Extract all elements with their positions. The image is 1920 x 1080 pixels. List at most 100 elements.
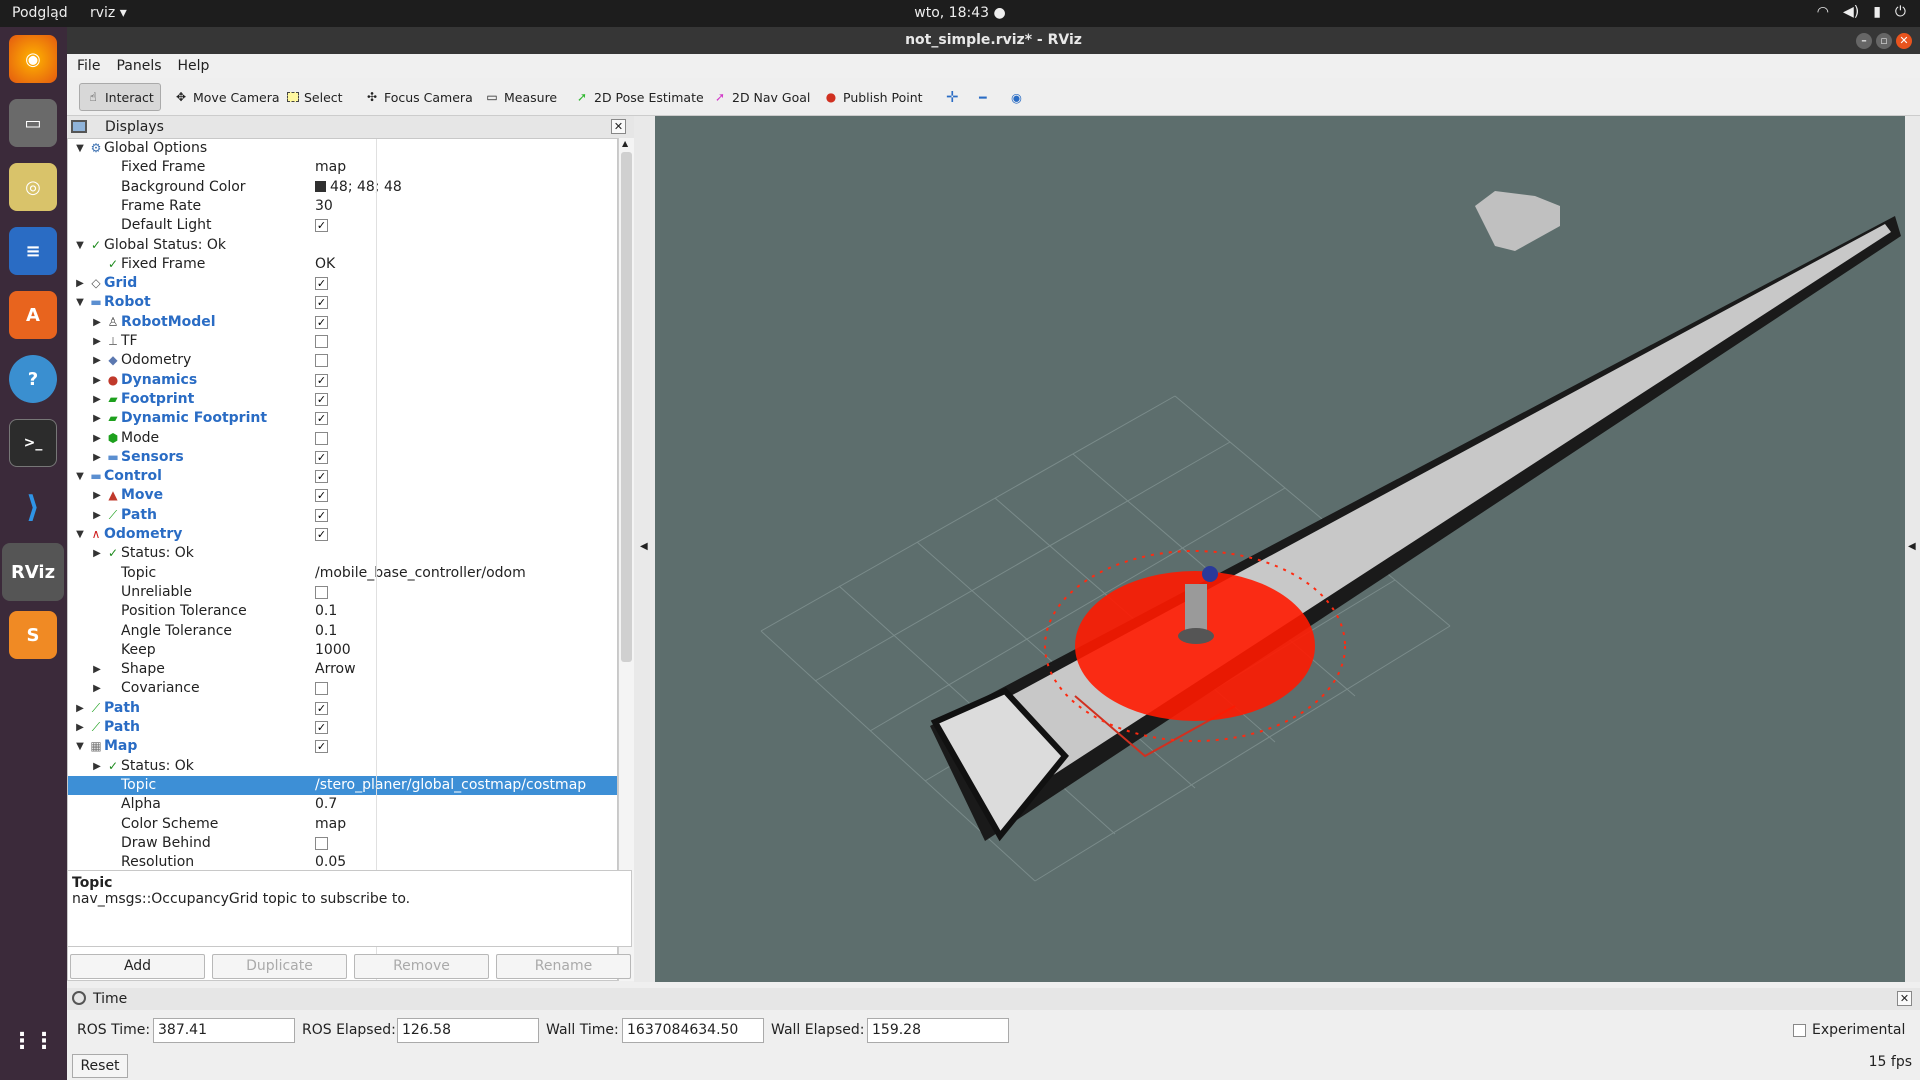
enabled-checkbox[interactable]: ✓: [315, 412, 328, 426]
remove-tool-icon[interactable]: ━: [972, 83, 994, 111]
enabled-checkbox[interactable]: ✓: [315, 489, 328, 503]
tree-row-value-cell[interactable]: 30: [315, 197, 333, 216]
expand-arrow-icon[interactable]: ▶: [91, 371, 103, 390]
enabled-checkbox[interactable]: ✓: [315, 277, 328, 291]
wifi-icon[interactable]: ◠: [1817, 4, 1829, 20]
tree-row[interactable]: Unreliable: [68, 583, 617, 602]
expand-arrow-icon[interactable]: ▶: [74, 274, 86, 293]
collapse-arrow-icon[interactable]: ▼: [74, 293, 86, 312]
tree-row[interactable]: Default Light ✓: [68, 216, 617, 235]
tree-row-value-cell[interactable]: /mobile_base_controller/odom: [315, 564, 526, 583]
enabled-checkbox[interactable]: ✓: [315, 508, 328, 522]
scrollbar-thumb[interactable]: [621, 152, 632, 662]
tree-row[interactable]: Alpha 0.7: [68, 795, 617, 814]
tree-row-value-cell[interactable]: OK: [315, 255, 335, 274]
writer-icon[interactable]: ≡: [9, 227, 57, 275]
tree-row[interactable]: ▼ ▬ Robot ✓: [68, 293, 617, 312]
collapse-arrow-icon[interactable]: ▼: [74, 737, 86, 756]
menu-file[interactable]: File: [77, 58, 100, 74]
collapse-arrow-icon[interactable]: ▼: [74, 467, 86, 486]
expand-arrow-icon[interactable]: ▶: [91, 544, 103, 563]
tree-row[interactable]: Fixed Frame map: [68, 158, 617, 177]
expand-arrow-icon[interactable]: ▶: [91, 409, 103, 428]
tree-row[interactable]: ▶ Covariance: [68, 679, 617, 698]
tree-row[interactable]: ▼ ⚙ Global Options: [68, 139, 617, 158]
tree-row[interactable]: ▶ ▰ Footprint ✓: [68, 390, 617, 409]
expand-arrow-icon[interactable]: ▶: [91, 660, 103, 679]
tree-row[interactable]: Position Tolerance 0.1: [68, 602, 617, 621]
volume-icon[interactable]: ◀): [1843, 4, 1859, 20]
close-icon[interactable]: ✕: [1896, 33, 1912, 49]
tree-row[interactable]: ▶ ▰ Dynamic Footprint ✓: [68, 409, 617, 428]
tree-row-value-cell[interactable]: Arrow: [315, 660, 356, 679]
enabled-checkbox[interactable]: [315, 585, 328, 599]
expand-arrow-icon[interactable]: ▶: [91, 486, 103, 505]
remove-button[interactable]: Remove: [354, 954, 489, 979]
tree-row-value-cell[interactable]: /stero_planer/global_costmap/costmap: [315, 776, 586, 795]
tree-row-value-cell[interactable]: map: [315, 815, 346, 834]
move-camera-tool[interactable]: ✥ Move Camera: [167, 83, 287, 111]
enabled-checkbox[interactable]: [315, 335, 328, 348]
tree-row-value-cell[interactable]: 48; 48; 48: [315, 178, 402, 197]
enabled-checkbox[interactable]: ✓: [315, 740, 328, 754]
left-splitter[interactable]: ◀: [634, 116, 655, 982]
tree-row[interactable]: ▶ ● Dynamics ✓: [68, 371, 617, 390]
expand-arrow-icon[interactable]: ▶: [91, 351, 103, 370]
displays-tree[interactable]: ▼ ⚙ Global Options Fixed Frame map Background…: [67, 138, 618, 981]
tree-row-value-cell[interactable]: 0.1: [315, 602, 337, 621]
nav-goal-tool[interactable]: ➚ 2D Nav Goal: [706, 83, 817, 111]
tree-row-value-cell[interactable]: map: [315, 158, 346, 177]
wall-time-field[interactable]: 1637084634.50: [622, 1018, 764, 1043]
expand-arrow-icon[interactable]: ▶: [91, 390, 103, 409]
tree-row[interactable]: ▶ ⟋ Path ✓: [68, 718, 617, 737]
experimental-checkbox[interactable]: [1793, 1024, 1806, 1037]
terminal-icon[interactable]: >_: [9, 419, 57, 467]
collapse-arrow-icon[interactable]: ▼: [74, 139, 86, 158]
tree-row[interactable]: ▶ ⬢ Mode: [68, 429, 617, 448]
close-icon[interactable]: ✕: [1897, 991, 1912, 1006]
tree-row-value[interactable]: 30: [315, 198, 333, 214]
ros-elapsed-field[interactable]: 126.58: [397, 1018, 539, 1043]
minimize-icon[interactable]: –: [1856, 33, 1872, 49]
tree-row-value-cell[interactable]: 0.1: [315, 622, 337, 641]
scroll-up-icon[interactable]: ▲: [622, 139, 628, 148]
show-apps-icon[interactable]: ⋮⋮: [9, 1017, 57, 1065]
expand-arrow-icon[interactable]: ▶: [74, 718, 86, 737]
measure-tool[interactable]: ▭ Measure: [478, 83, 564, 111]
expand-arrow-icon[interactable]: ▶: [91, 429, 103, 448]
vscode-icon[interactable]: ⟩: [9, 483, 57, 531]
interact-tool[interactable]: ☝ Interact: [79, 83, 161, 111]
tree-row[interactable]: Keep 1000: [68, 641, 617, 660]
rviz-icon[interactable]: RViz: [2, 543, 64, 601]
firefox-icon[interactable]: ◉: [9, 35, 57, 83]
clock[interactable]: wto, 18:43 ●: [0, 5, 1920, 21]
tree-row[interactable]: ▶ ◇ Grid ✓: [68, 274, 617, 293]
battery-icon[interactable]: ▮: [1873, 4, 1881, 20]
expand-arrow-icon[interactable]: ▶: [91, 506, 103, 525]
expand-arrow-icon[interactable]: ▶: [91, 679, 103, 698]
tree-row[interactable]: Topic/mobile_base_controller/odom: [68, 564, 617, 583]
rhythmbox-icon[interactable]: ◎: [9, 163, 57, 211]
tree-row[interactable]: Color Scheme map: [68, 815, 617, 834]
tree-row-value[interactable]: map: [315, 159, 346, 175]
enabled-checkbox[interactable]: ✓: [315, 701, 328, 715]
expand-arrow-icon[interactable]: ▶: [91, 757, 103, 776]
tree-row-value[interactable]: 0.7: [315, 796, 337, 812]
tree-row-value[interactable]: /stero_planer/global_costmap/costmap: [315, 777, 586, 793]
tree-row-value[interactable]: 0.1: [315, 603, 337, 619]
tree-row[interactable]: ▶ ⟋ Path ✓: [68, 699, 617, 718]
system-tray[interactable]: ◠ ◀) ▮ ⏻: [1817, 4, 1906, 20]
files-icon[interactable]: ▭: [9, 99, 57, 147]
enabled-checkbox[interactable]: ✓: [315, 296, 328, 310]
tree-row[interactable]: ▼ ▬ Control ✓: [68, 467, 617, 486]
wall-elapsed-field[interactable]: 159.28: [867, 1018, 1009, 1043]
menu-panels[interactable]: Panels: [116, 58, 161, 74]
enabled-checkbox[interactable]: ✓: [315, 528, 328, 541]
tree-scrollbar[interactable]: ▲ ▼: [618, 138, 634, 981]
add-tool-icon[interactable]: ✛: [939, 83, 966, 111]
expand-arrow-icon[interactable]: ▶: [91, 313, 103, 332]
enabled-checkbox[interactable]: ✓: [315, 721, 328, 734]
ros-time-field[interactable]: 387.41: [153, 1018, 295, 1043]
tool-properties-icon[interactable]: ◉: [1004, 83, 1029, 111]
tree-row-value[interactable]: map: [315, 816, 346, 832]
